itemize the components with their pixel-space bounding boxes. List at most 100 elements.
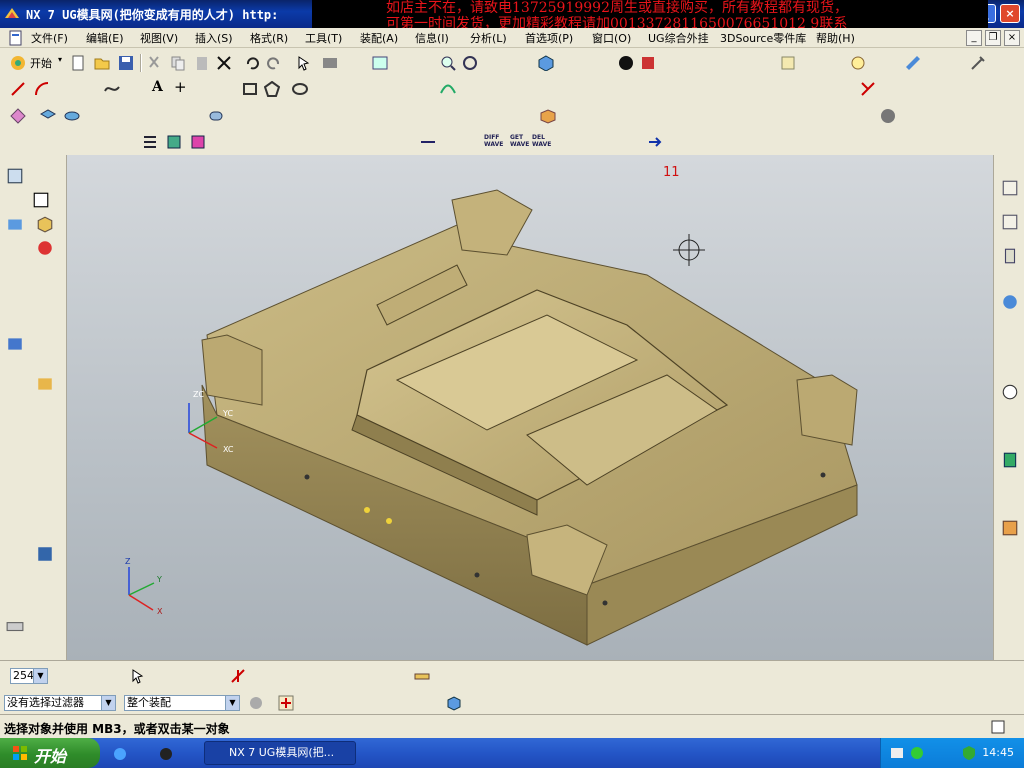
trim-icon[interactable] xyxy=(860,81,876,97)
extrude-icon[interactable] xyxy=(40,108,56,124)
keyboard-icon[interactable] xyxy=(6,617,24,635)
copy-icon[interactable] xyxy=(170,55,186,71)
menu-view[interactable]: 视图(V) xyxy=(140,30,178,46)
menu-info[interactable]: 信息(I) xyxy=(415,30,449,46)
fit-view-icon[interactable] xyxy=(372,55,388,71)
point-icon[interactable]: + xyxy=(174,78,187,96)
wave-link-icon[interactable] xyxy=(420,134,436,150)
ellipse-icon[interactable] xyxy=(292,81,308,97)
undo-icon[interactable] xyxy=(244,55,260,71)
doc-restore-button[interactable]: ❐ xyxy=(985,30,1001,46)
graphics-window[interactable]: 11 ZC YC XC Z Y X xyxy=(67,155,993,660)
add-filter-icon[interactable] xyxy=(278,695,294,711)
roles-icon[interactable] xyxy=(1001,451,1019,469)
assembly-navigator-icon[interactable] xyxy=(6,167,24,185)
taskbar-item-nx[interactable]: NX 7 UG模具网(把... xyxy=(204,741,356,765)
pocket-icon[interactable] xyxy=(190,134,206,150)
menu-analysis[interactable]: 分析(L) xyxy=(470,30,507,46)
rect-select-icon[interactable] xyxy=(32,191,50,209)
filter-settings-icon[interactable] xyxy=(248,695,264,711)
measure-icon[interactable] xyxy=(905,55,921,71)
sphere-icon[interactable] xyxy=(880,108,896,124)
select-arrow-icon[interactable] xyxy=(130,668,146,684)
shell-icon[interactable] xyxy=(36,375,54,393)
menu-assembly[interactable]: 装配(A) xyxy=(360,30,398,46)
work-layer-icon[interactable] xyxy=(640,55,656,71)
qq-icon[interactable] xyxy=(158,746,174,762)
get-wave-button[interactable]: GET WAVE xyxy=(510,134,529,148)
feature-icon[interactable] xyxy=(10,108,26,124)
properties-icon[interactable] xyxy=(780,55,796,71)
solid-icon[interactable] xyxy=(6,215,24,233)
type-filter-combo[interactable]: 没有选择过滤器 ▼ xyxy=(4,695,116,711)
delete-icon[interactable] xyxy=(216,55,232,71)
del-wave-button[interactable]: DEL WAVE xyxy=(532,134,551,148)
offset-curve-icon[interactable] xyxy=(440,81,456,97)
menu-help[interactable]: 帮助(H) xyxy=(816,30,855,46)
menu-ug-plugin[interactable]: UG综合外挂 xyxy=(648,30,709,46)
zoom-combo[interactable]: 254 ▼ xyxy=(10,668,48,684)
menu-file[interactable]: 文件(F) xyxy=(31,30,68,46)
cut-icon[interactable] xyxy=(146,55,162,71)
menu-preferences[interactable]: 首选项(P) xyxy=(525,30,573,46)
block-icon[interactable] xyxy=(6,335,24,353)
display-mode-icon[interactable] xyxy=(322,55,338,71)
shaded-cube-icon[interactable] xyxy=(538,55,554,71)
type-filter-dropdown-icon[interactable]: ▼ xyxy=(101,696,115,710)
ie-icon[interactable] xyxy=(112,746,128,762)
blend-icon[interactable] xyxy=(208,108,224,124)
tray-shield-icon[interactable] xyxy=(961,745,977,761)
revolve-icon[interactable] xyxy=(64,108,80,124)
web-browser-icon[interactable] xyxy=(1001,293,1019,311)
close-button[interactable]: × xyxy=(1000,4,1020,23)
open-folder-icon[interactable] xyxy=(94,55,110,71)
menu-edit[interactable]: 编辑(E) xyxy=(86,30,124,46)
select-cube-icon[interactable] xyxy=(446,695,462,711)
spline-icon[interactable] xyxy=(104,81,120,97)
save-icon[interactable] xyxy=(118,55,134,71)
rotate-icon[interactable] xyxy=(462,55,478,71)
snap-point-icon[interactable] xyxy=(230,668,246,684)
mold-tool-icon[interactable] xyxy=(540,108,556,124)
paste-icon[interactable] xyxy=(194,55,210,71)
start-menu-button[interactable]: 开始 xyxy=(30,55,52,71)
tray-network-icon[interactable] xyxy=(889,745,905,761)
reuse-library-icon[interactable] xyxy=(1001,247,1019,265)
fullscreen-icon[interactable] xyxy=(990,719,1006,735)
selection-scope-dropdown-icon[interactable]: ▼ xyxy=(225,696,239,710)
menu-format[interactable]: 格式(R) xyxy=(250,30,288,46)
menu-3dsource[interactable]: 3DSource零件库 xyxy=(720,30,806,46)
arc-icon[interactable] xyxy=(34,81,50,97)
tray-360-icon[interactable] xyxy=(909,745,925,761)
menu-window[interactable]: 窗口(O) xyxy=(592,30,631,46)
line-icon[interactable] xyxy=(10,81,26,97)
tool-icon[interactable] xyxy=(970,55,986,71)
part-navigator-icon[interactable] xyxy=(1001,179,1019,197)
history-icon[interactable] xyxy=(1001,383,1019,401)
analysis-icon[interactable] xyxy=(850,55,866,71)
menu-tools[interactable]: 工具(T) xyxy=(305,30,342,46)
doc-close-button[interactable]: × xyxy=(1004,30,1020,46)
layer-icon[interactable] xyxy=(618,55,634,71)
selection-scope-combo[interactable]: 整个装配 ▼ xyxy=(124,695,240,711)
start-button[interactable]: 开始 xyxy=(0,738,100,768)
polygon-icon[interactable] xyxy=(264,81,280,97)
redo-icon[interactable] xyxy=(266,55,282,71)
box-icon[interactable] xyxy=(166,134,182,150)
text-tool-icon[interactable]: A xyxy=(152,79,163,95)
doc-minimize-button[interactable]: _ xyxy=(966,30,982,46)
measure-bar-icon[interactable] xyxy=(414,668,430,684)
diff-wave-button[interactable]: DIFF WAVE xyxy=(484,134,503,148)
new-file-icon[interactable] xyxy=(70,55,86,71)
list-icon[interactable] xyxy=(142,134,158,150)
rectangle-icon[interactable] xyxy=(242,81,258,97)
cube-icon[interactable] xyxy=(36,215,54,233)
zoom-dropdown-icon[interactable]: ▼ xyxy=(33,669,47,683)
palette-icon[interactable] xyxy=(1001,519,1019,537)
start-dropdown-icon[interactable]: ▾ xyxy=(58,55,62,64)
assembly-navigator-tab-icon[interactable] xyxy=(1001,213,1019,231)
sphere-red-icon[interactable] xyxy=(36,239,54,257)
zoom-icon[interactable] xyxy=(440,55,456,71)
book-icon[interactable] xyxy=(36,545,54,563)
menu-insert[interactable]: 插入(S) xyxy=(195,30,233,46)
